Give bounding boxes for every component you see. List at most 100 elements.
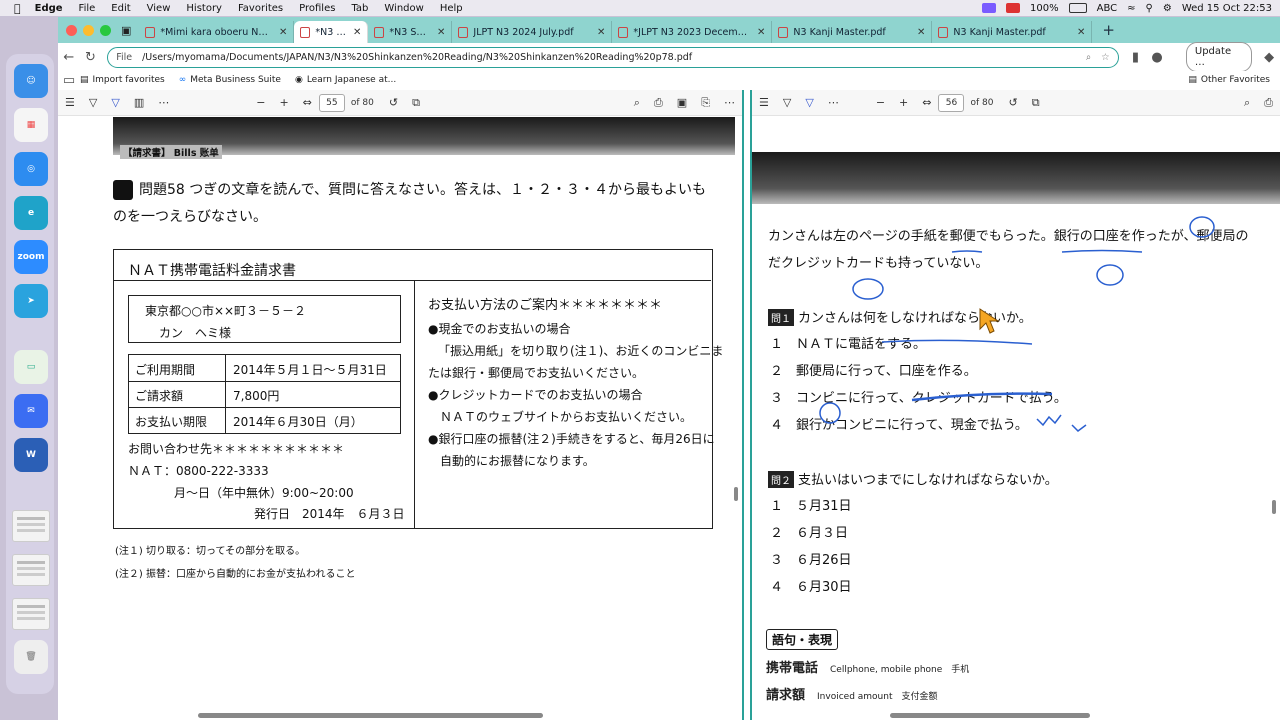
menu-edit[interactable]: Edit: [111, 3, 130, 14]
zoom-icon[interactable]: zoom: [14, 240, 48, 274]
fit-page-icon[interactable]: ⇔: [922, 96, 931, 109]
horizontal-scrollbar[interactable]: [198, 713, 543, 718]
favorites-menu-icon[interactable]: ▭: [58, 73, 80, 88]
close-tab-icon[interactable]: ✕: [757, 27, 765, 38]
clock[interactable]: Wed 15 Oct 22:53: [1182, 3, 1272, 14]
favorite-import[interactable]: ▤ Import favorites: [80, 75, 165, 85]
close-tab-icon[interactable]: ✕: [279, 27, 287, 38]
tab[interactable]: *Mimi kara oboeru N3 Bumpou✕: [139, 21, 295, 43]
url-field[interactable]: File /Users/myomama/Documents/JAPAN/N3/N…: [107, 46, 1119, 68]
minimize-window-button[interactable]: [83, 24, 94, 36]
highlight-icon[interactable]: ▽: [111, 96, 119, 109]
zoom-icon[interactable]: ⌕: [1086, 52, 1091, 63]
favorite-star-icon[interactable]: ☆: [1101, 52, 1110, 63]
favorite-meta[interactable]: ∞ Meta Business Suite: [179, 75, 281, 85]
menu-file[interactable]: File: [79, 3, 96, 14]
menu-help[interactable]: Help: [440, 3, 463, 14]
input-source[interactable]: ABC: [1097, 3, 1118, 14]
tab-active[interactable]: *N3 Shink✕: [294, 21, 369, 43]
menu-tab[interactable]: Tab: [351, 3, 368, 14]
update-button[interactable]: Update …: [1185, 42, 1253, 72]
split-screen-icon[interactable]: ▮: [1125, 50, 1147, 65]
rotate-icon[interactable]: ↺: [1008, 96, 1017, 109]
apple-icon[interactable]: : [14, 2, 21, 15]
word-icon[interactable]: W: [14, 438, 48, 472]
new-tab-button[interactable]: +: [1102, 21, 1115, 39]
launchpad-icon[interactable]: ▦: [14, 108, 48, 142]
finder-icon[interactable]: ☺: [14, 64, 48, 98]
telegram-icon[interactable]: ➤: [14, 284, 48, 318]
search-icon[interactable]: ⚲: [1146, 3, 1153, 14]
screen-record-icon[interactable]: [982, 3, 997, 13]
edge-icon[interactable]: e: [14, 196, 48, 230]
save-as-icon[interactable]: ⎘: [701, 96, 710, 110]
print-icon[interactable]: ⎙: [1264, 96, 1273, 110]
minimized-window-thumbnail[interactable]: [12, 554, 50, 586]
other-favorites[interactable]: ▤ Other Favorites: [1188, 75, 1270, 85]
close-tab-icon[interactable]: ✕: [353, 27, 361, 38]
profile-avatar-icon[interactable]: ●: [1146, 50, 1168, 65]
messenger-icon[interactable]: ✉: [14, 394, 48, 428]
close-tab-icon[interactable]: ✕: [1077, 27, 1085, 38]
minimized-window-thumbnail[interactable]: [12, 510, 50, 542]
control-center-icon[interactable]: ⚙: [1163, 3, 1172, 14]
print-icon[interactable]: ⎙: [654, 96, 663, 110]
zoom-out-icon[interactable]: −: [256, 96, 265, 109]
page-number-input[interactable]: 56: [938, 93, 965, 112]
pdf-page-content: 【請求書】 Bills 账单 問題58 つぎの文章を読んで、質問に答えなさい。答…: [58, 117, 742, 720]
layout-icon[interactable]: ▥: [134, 96, 144, 109]
close-tab-icon[interactable]: ✕: [917, 27, 925, 38]
vertical-scrollbar[interactable]: [734, 487, 738, 501]
back-icon[interactable]: ←: [58, 50, 80, 65]
tab[interactable]: *N3 Shink✕: [368, 21, 453, 43]
draw-icon[interactable]: ▽: [89, 96, 97, 109]
sidebar-toggle-icon[interactable]: ▣: [121, 24, 131, 37]
zoom-window-button[interactable]: [100, 24, 111, 36]
zoom-in-icon[interactable]: +: [899, 96, 908, 109]
draw-icon[interactable]: ▽: [783, 96, 791, 109]
wifi-icon[interactable]: ≈: [1127, 3, 1135, 14]
menu-app[interactable]: Edge: [35, 3, 63, 14]
payment-title: お支払い方法のご案内＊＊＊＊＊＊＊＊: [428, 298, 663, 313]
menu-favorites[interactable]: Favorites: [238, 3, 283, 14]
contents-icon[interactable]: ☰: [65, 96, 75, 109]
more-tools-icon[interactable]: ⋯: [158, 96, 169, 109]
more-options-icon[interactable]: ⋯: [724, 96, 735, 109]
address-name: カン ヘミ様: [159, 326, 232, 340]
safari-icon[interactable]: ◎: [14, 152, 48, 186]
menu-history[interactable]: History: [186, 3, 222, 14]
vertical-scrollbar[interactable]: [1272, 500, 1276, 514]
menu-view[interactable]: View: [147, 3, 171, 14]
menu-profiles[interactable]: Profiles: [299, 3, 335, 14]
minimized-window-thumbnail[interactable]: [12, 598, 50, 630]
save-icon[interactable]: ▣: [677, 96, 687, 109]
page-view-icon[interactable]: ⧉: [412, 96, 420, 110]
page-view-icon[interactable]: ⧉: [1032, 96, 1040, 110]
keynote-icon[interactable]: ▭: [14, 350, 48, 384]
tab[interactable]: N3 Kanji Master.pdf ✕: [932, 21, 1093, 43]
trash-icon[interactable]: 🗑: [14, 640, 48, 674]
more-tools-icon[interactable]: ⋯: [828, 96, 839, 109]
page-number-input[interactable]: 55: [318, 93, 345, 112]
zoom-in-icon[interactable]: +: [279, 96, 288, 109]
close-tab-icon[interactable]: ✕: [597, 27, 605, 38]
search-icon[interactable]: ⌕: [1244, 96, 1250, 110]
horizontal-scrollbar[interactable]: [890, 713, 1090, 718]
highlight-icon[interactable]: ▽: [805, 96, 813, 109]
search-icon[interactable]: ⌕: [634, 96, 640, 110]
tab[interactable]: N3 Kanji Master.pdf ✕: [772, 21, 933, 43]
rotate-icon[interactable]: ↺: [389, 96, 398, 109]
fit-page-icon[interactable]: ⇔: [303, 96, 312, 109]
status-icon[interactable]: [1006, 3, 1021, 13]
favorite-learn-japanese[interactable]: ◉ Learn Japanese at...: [295, 75, 396, 85]
menu-window[interactable]: Window: [384, 3, 423, 14]
close-window-button[interactable]: [66, 24, 77, 36]
tab[interactable]: JLPT N3 2024 July.pdf ✕: [452, 21, 613, 43]
refresh-icon[interactable]: ↻: [80, 50, 102, 65]
copilot-icon[interactable]: ◆: [1258, 50, 1280, 65]
tab[interactable]: *JLPT N3 2023 December.pdf✕: [612, 21, 773, 43]
zoom-out-icon[interactable]: −: [876, 96, 885, 109]
close-tab-icon[interactable]: ✕: [437, 27, 445, 38]
contents-icon[interactable]: ☰: [759, 96, 769, 109]
battery-icon[interactable]: [1068, 3, 1087, 13]
